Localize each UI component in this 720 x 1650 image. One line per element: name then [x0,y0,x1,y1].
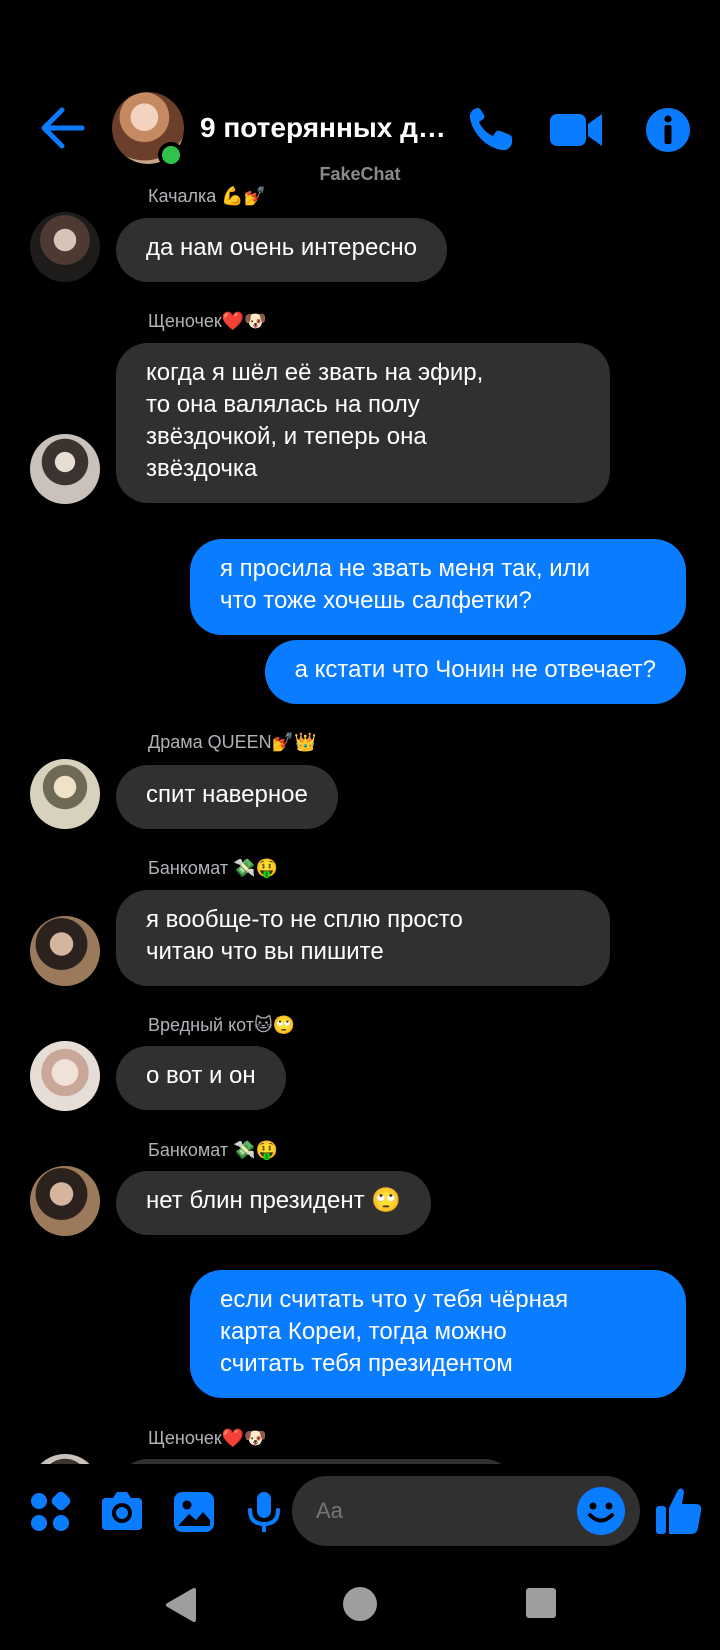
voice-call-button[interactable] [464,104,516,156]
avatar[interactable] [30,1454,100,1464]
sender-name: Щеночек❤️🐶 [148,1428,267,1448]
sender-name: Вредный кот🐱🙄 [148,1015,296,1035]
info-button[interactable] [642,104,694,156]
message-bubble-outgoing[interactable]: я просила не звать меня так, или что тож… [190,539,686,635]
sender-name: Щеночек❤️🐶 [148,311,267,331]
gallery-button[interactable] [170,1488,218,1536]
back-button[interactable] [38,106,86,150]
sender-name: Банкомат 💸🤑 [148,1140,278,1160]
thumbs-up-icon [656,1488,702,1534]
chat-header: 9 потерянных де... [0,86,720,174]
system-navigation-bar [0,1570,720,1640]
avatar[interactable] [30,434,100,504]
avatar[interactable] [30,1166,100,1236]
message-bubble[interactable]: когда я шёл её звать на эфир, то она вал… [116,343,610,503]
emoji-icon [577,1487,625,1535]
nav-home-icon [343,1587,377,1621]
message-input-container[interactable] [292,1476,640,1546]
nav-back-icon [166,1588,196,1622]
nav-recents-icon [526,1588,556,1618]
system-home-button[interactable] [342,1586,378,1627]
system-back-button[interactable] [162,1586,198,1629]
arrow-left-icon [41,107,85,149]
message-bubble[interactable]: нет блин президент 🙄 [116,1171,432,1235]
sender-name: Драма QUEEN💅👑 [148,732,317,752]
message-bubble[interactable]: о вот и он [116,1046,286,1110]
chat-title[interactable]: 9 потерянных де... [200,112,456,144]
voice-message-button[interactable] [240,1488,288,1536]
system-recents-button[interactable] [524,1586,558,1625]
message-bubble[interactable]: да нам очень интересно [116,218,447,282]
message-composer [0,1468,720,1552]
image-icon [174,1492,214,1532]
message-bubble[interactable]: спит наверное [116,765,338,829]
sender-name: Качалка 💪💅 [148,186,267,206]
avatar[interactable] [30,916,100,986]
avatar[interactable] [30,212,100,282]
microphone-icon [248,1492,280,1532]
message-input[interactable] [316,1498,546,1524]
apps-button[interactable] [26,1488,74,1536]
video-camera-icon [550,114,602,146]
message-list[interactable]: Качалка 💪💅 да нам очень интересно Щеноче… [0,180,720,1464]
message-bubble[interactable]: я вообще-то не сплю просто читаю что вы … [116,890,610,986]
emoji-button[interactable] [576,1486,626,1536]
info-icon [646,108,690,152]
camera-icon [102,1492,142,1530]
sender-name: Банкомат 💸🤑 [148,858,278,878]
like-button[interactable] [654,1484,702,1534]
avatar[interactable] [30,1041,100,1111]
message-bubble-outgoing[interactable]: а кстати что Чонин не отвечает? [264,640,686,704]
avatar[interactable] [30,759,100,829]
message-bubble[interactable] [116,1459,516,1464]
video-call-button[interactable] [548,104,604,156]
phone-icon [469,108,512,151]
message-bubble-outgoing[interactable]: если считать что у тебя чёрная карта Кор… [190,1270,686,1398]
camera-button[interactable] [98,1488,146,1536]
apps-icon [31,1491,71,1531]
